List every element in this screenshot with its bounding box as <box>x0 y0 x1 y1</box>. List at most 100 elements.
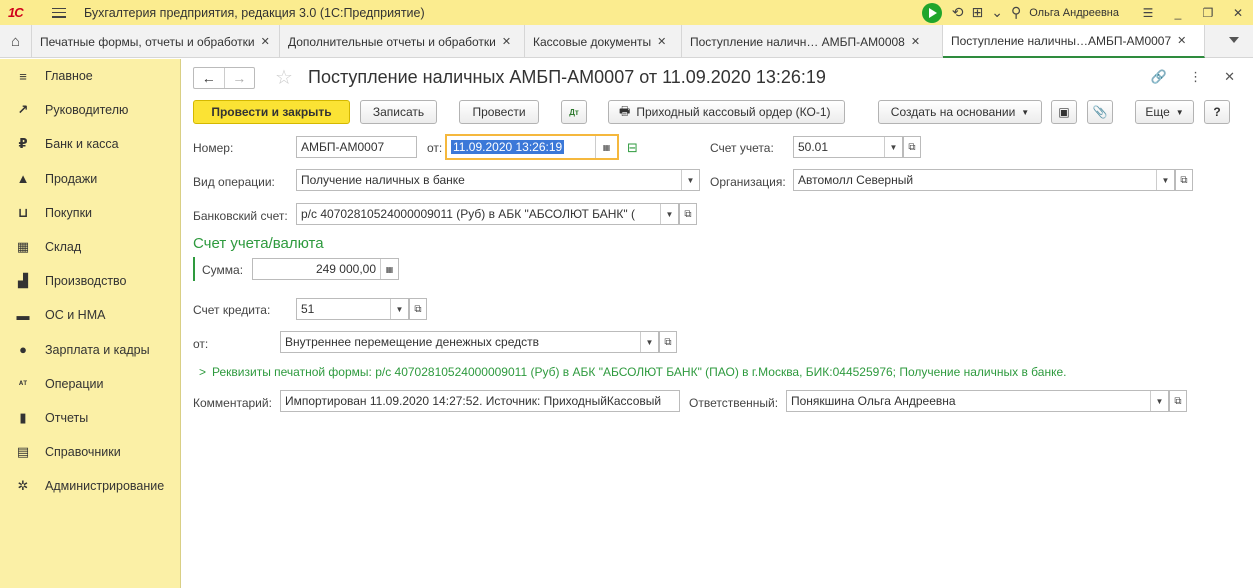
sum-field[interactable]: 249 000,00 ▦ <box>252 258 399 280</box>
sidebar-item-bank[interactable]: ₽ Банк и касса <box>0 127 180 161</box>
sidebar-item-label: Продажи <box>45 171 98 186</box>
print-receipt-button[interactable]: 🖶 Приходный кассовый ордер (КО-1) <box>608 100 845 124</box>
close-icon[interactable]: ✕ <box>1177 34 1186 47</box>
tab-cash-documents[interactable]: Кассовые документы ✕ <box>525 25 682 58</box>
open-icon[interactable]: ⧉ <box>903 136 921 158</box>
history-icon[interactable]: ⟲ <box>952 4 964 21</box>
tab-additional-reports[interactable]: Дополнительные отчеты и обработки ✕ <box>280 25 525 58</box>
sidebar-item-label: Зарплата и кадры <box>45 342 150 357</box>
sidebar-item-catalogs[interactable]: ▤ Справочники <box>0 435 180 469</box>
search-icon[interactable]: ⚲ <box>1011 4 1021 21</box>
attachment-icon[interactable]: 📎 <box>1087 100 1113 124</box>
chevron-down-icon[interactable]: ▼ <box>1150 391 1168 411</box>
chevron-down-icon[interactable]: ⌄ <box>991 4 1003 21</box>
tab-print-forms[interactable]: Печатные формы, отчеты и обработки ✕ <box>32 25 280 58</box>
user-name[interactable]: Ольга Андреевна <box>1029 7 1119 19</box>
chevron-down-icon[interactable]: ▼ <box>884 137 902 157</box>
minimize-button[interactable]: _ <box>1163 6 1193 20</box>
from-value: Внутреннее перемещение денежных средств <box>285 335 540 349</box>
chevron-down-icon[interactable]: ▼ <box>681 170 699 190</box>
close-icon[interactable]: ✕ <box>261 35 270 48</box>
account-label: Счет учета: <box>710 141 774 155</box>
close-icon[interactable]: ✕ <box>657 35 666 48</box>
bag-icon: ▲ <box>16 171 30 187</box>
create-based-on-button[interactable]: Создать на основании ▼ <box>878 100 1042 124</box>
logo-1c: 1С <box>8 5 24 20</box>
open-icon[interactable]: ⧉ <box>679 203 697 225</box>
chevron-down-icon[interactable]: ▼ <box>640 332 658 352</box>
play-icon[interactable] <box>921 2 942 23</box>
sidebar-item-warehouse[interactable]: ▦ Склад <box>0 230 180 264</box>
open-icon[interactable]: ⧉ <box>1169 390 1187 412</box>
numbering-icon[interactable]: ⊟ <box>627 140 638 156</box>
sidebar-item-reports[interactable]: ▮ Отчеты <box>0 401 180 435</box>
sidebar-item-manager[interactable]: ↗ Руководителю <box>0 93 180 127</box>
chevron-down-icon[interactable]: ▼ <box>1156 170 1174 190</box>
close-icon[interactable]: ✕ <box>1224 69 1235 85</box>
account-field[interactable]: 50.01 ▼ <box>793 136 903 158</box>
bank-account-field[interactable]: р/с 40702810524000009011 (Руб) в АБК "АБ… <box>296 203 679 225</box>
open-icon[interactable]: ⧉ <box>1175 169 1193 191</box>
save-button[interactable]: Записать <box>360 100 437 124</box>
grid-icon[interactable]: ⊞ <box>972 4 984 21</box>
bar-chart-icon: ▮ <box>19 409 27 425</box>
close-window-button[interactable]: ✕ <box>1223 6 1253 20</box>
sidebar-item-purchases[interactable]: ⊔ Покупки <box>0 196 180 230</box>
home-icon[interactable]: ⌂ <box>0 25 32 58</box>
organization-field[interactable]: Автомолл Северный ▼ <box>793 169 1175 191</box>
structure-icon[interactable]: ▣ <box>1051 100 1077 124</box>
settings-menu-icon[interactable]: ☰ <box>1133 6 1163 20</box>
sum-label: Сумма: <box>202 263 244 277</box>
sidebar-item-admin[interactable]: ✲ Администрирование <box>0 469 180 503</box>
date-label: от: <box>427 141 443 155</box>
forward-button[interactable]: → <box>223 68 255 88</box>
link-icon[interactable]: 🔗 <box>1151 69 1167 85</box>
sidebar-item-sales[interactable]: ▲ Продажи <box>0 162 180 196</box>
chevron-right-icon: > <box>199 365 207 379</box>
open-icon[interactable]: ⧉ <box>659 331 677 353</box>
sidebar-item-label: ОС и НМА <box>45 308 106 323</box>
credit-account-field[interactable]: 51 ▼ <box>296 298 409 320</box>
print-requisites-link[interactable]: > Реквизиты печатной формы: р/с 407028105… <box>199 365 1066 379</box>
from-field[interactable]: Внутреннее перемещение денежных средств … <box>280 331 659 353</box>
favorite-star-icon[interactable]: ☆ <box>275 65 293 90</box>
help-button[interactable]: ? <box>1204 100 1230 124</box>
tab-label: Печатные формы, отчеты и обработки <box>40 34 255 49</box>
sidebar-item-label: Банк и касса <box>45 137 119 152</box>
sidebar-item-assets[interactable]: ▬ ОС и НМА <box>0 298 180 332</box>
sidebar-item-operations[interactable]: ᴬᵀ Операции <box>0 367 180 401</box>
responsible-field[interactable]: Понякшина Ольга Андреевна ▼ <box>786 390 1169 412</box>
tab-receipt-0007[interactable]: Поступление наличны…АМБП-АМ0007 ✕ <box>943 25 1205 58</box>
tab-receipt-0008[interactable]: Поступление наличн… АМБП-АМ0008 ✕ <box>682 25 943 58</box>
warehouse-icon: ▦ <box>16 239 30 255</box>
tabs-dropdown-icon[interactable] <box>1229 37 1239 43</box>
close-icon[interactable]: ✕ <box>911 35 920 48</box>
post-button[interactable]: Провести <box>459 100 539 124</box>
chevron-down-icon[interactable]: ▼ <box>390 299 408 319</box>
calculator-icon[interactable]: ▦ <box>380 259 398 279</box>
number-field[interactable]: АМБП-АМ0007 <box>296 136 417 158</box>
date-field[interactable]: 11.09.2020 13:26:19 ▦ <box>445 134 619 160</box>
section-title: Счет учета/валюта <box>193 235 324 252</box>
dt-kt-icon[interactable]: Дт <box>561 100 587 124</box>
sidebar-item-main[interactable]: ≡ Главное <box>0 59 180 93</box>
sidebar-item-label: Отчеты <box>45 410 89 425</box>
gear-icon: ✲ <box>17 478 29 494</box>
comment-field[interactable]: Импортирован 11.09.2020 14:27:52. Источн… <box>280 390 680 412</box>
more-vert-icon[interactable]: ⋮ <box>1189 69 1202 85</box>
date-value: 11.09.2020 13:26:19 <box>451 140 565 154</box>
bank-account-value: р/с 40702810524000009011 (Руб) в АБК "АБ… <box>301 207 635 221</box>
more-button[interactable]: Еще ▼ <box>1135 100 1194 124</box>
main-menu-icon[interactable] <box>52 7 66 18</box>
restore-button[interactable]: ❐ <box>1193 6 1223 20</box>
close-icon[interactable]: ✕ <box>502 35 511 48</box>
calendar-icon[interactable]: ▦ <box>595 136 617 158</box>
sidebar-item-production[interactable]: ▟ Производство <box>0 264 180 298</box>
sidebar-item-salary[interactable]: ● Зарплата и кадры <box>0 333 180 367</box>
operation-field[interactable]: Получение наличных в банке ▼ <box>296 169 700 191</box>
operation-label: Вид операции: <box>193 175 275 189</box>
chevron-down-icon[interactable]: ▼ <box>660 204 678 224</box>
post-and-close-button[interactable]: Провести и закрыть <box>193 100 350 124</box>
open-icon[interactable]: ⧉ <box>409 298 427 320</box>
back-button[interactable]: ← <box>194 68 224 88</box>
